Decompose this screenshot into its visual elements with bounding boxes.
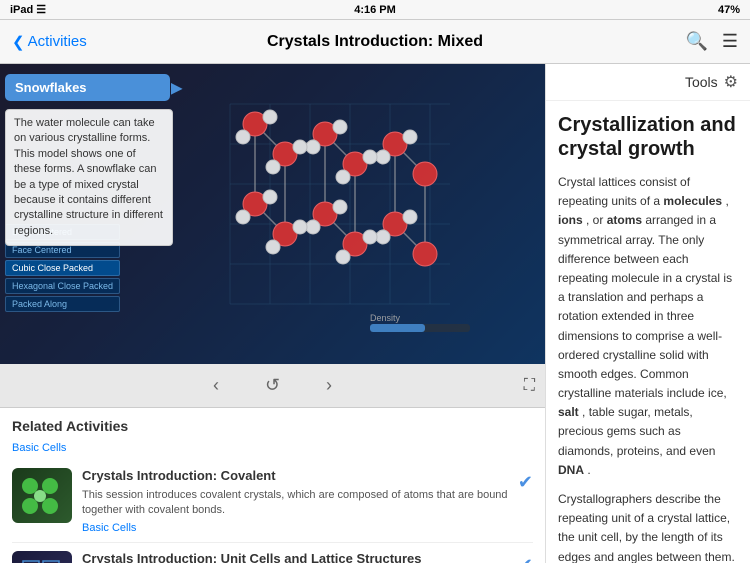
checkmark-covalent: ✔ bbox=[518, 472, 533, 493]
activity-title-unit-cells: Crystals Introduction: Unit Cells and La… bbox=[82, 551, 508, 563]
prev-button[interactable]: ‹ bbox=[205, 371, 227, 400]
back-label: Activities bbox=[28, 33, 87, 50]
viewer-controls: ‹ ↺ › ⛶ bbox=[0, 364, 545, 408]
page-title: Crystals Introduction: Mixed bbox=[267, 33, 483, 51]
nav-icons: 🔍 ☰ bbox=[685, 31, 738, 52]
tooltip-text: The water molecule can take on various c… bbox=[14, 117, 163, 237]
fullscreen-button[interactable]: ⛶ bbox=[524, 377, 535, 395]
panel-paragraph-2: Crystallographers describe the repeating… bbox=[558, 490, 738, 563]
gear-icon[interactable]: ⚙ bbox=[724, 72, 738, 92]
panel-content: Crystallization and crystal growth Cryst… bbox=[546, 101, 750, 563]
activity-thumb-covalent bbox=[12, 468, 72, 523]
activity-title-covalent: Crystals Introduction: Covalent bbox=[82, 468, 508, 485]
activity-item-covalent: Crystals Introduction: Covalent This ses… bbox=[12, 460, 533, 543]
battery-label: 47% bbox=[718, 4, 740, 16]
search-icon[interactable]: 🔍 bbox=[685, 31, 707, 52]
panel-heading: Crystallization and crystal growth bbox=[558, 113, 738, 161]
tools-header: Tools ⚙ bbox=[546, 64, 750, 101]
status-bar: iPad ☰ 4:16 PM 47% bbox=[0, 0, 750, 20]
molecule-visualization: Density bbox=[170, 74, 510, 344]
activity-desc-covalent: This session introduces covalent crystal… bbox=[82, 488, 508, 519]
panel-paragraph-1: Crystal lattices consist of repeating un… bbox=[558, 173, 738, 480]
tooltip-description: The water molecule can take on various c… bbox=[5, 109, 173, 246]
status-left: iPad ☰ bbox=[10, 3, 46, 16]
term-molecules: molecules bbox=[663, 194, 722, 208]
term-atoms: atoms bbox=[607, 213, 642, 227]
tools-label: Tools bbox=[685, 74, 718, 90]
svg-text:Density: Density bbox=[370, 313, 401, 323]
snowflake-tooltip[interactable]: Snowflakes bbox=[5, 74, 170, 101]
menu-item-packed-along[interactable]: Packed Along bbox=[5, 296, 120, 312]
nav-bar: ❮ Activities Crystals Introduction: Mixe… bbox=[0, 20, 750, 64]
activity-link-covalent[interactable]: Basic Cells bbox=[82, 522, 508, 534]
crystal-viewer: Snowflakes The water molecule can take o… bbox=[0, 64, 545, 364]
status-time: 4:16 PM bbox=[354, 4, 396, 16]
ipad-label: iPad ☰ bbox=[10, 3, 46, 16]
back-button[interactable]: ❮ Activities bbox=[12, 33, 87, 51]
activity-content-unit-cells: Crystals Introduction: Unit Cells and La… bbox=[82, 551, 508, 563]
checkmark-unit-cells: ✔ bbox=[518, 555, 533, 563]
next-button[interactable]: › bbox=[318, 371, 340, 400]
activity-thumb-unit-cells bbox=[12, 551, 72, 563]
term-salt: salt bbox=[558, 405, 579, 419]
basic-cells-scroll-link[interactable]: Basic Cells bbox=[12, 442, 533, 454]
term-ions: ions bbox=[558, 213, 583, 227]
snowflake-label: Snowflakes bbox=[15, 80, 87, 95]
back-chevron-icon: ❮ bbox=[12, 33, 25, 51]
activity-content-covalent: Crystals Introduction: Covalent This ses… bbox=[82, 468, 508, 534]
right-panel: Tools ⚙ Crystallization and crystal grow… bbox=[545, 64, 750, 563]
related-activities-title: Related Activities bbox=[12, 418, 533, 434]
menu-item-cubic-close[interactable]: Cubic Close Packed bbox=[5, 260, 120, 276]
refresh-button[interactable]: ↺ bbox=[257, 371, 288, 400]
menu-item-hexagonal[interactable]: Hexagonal Close Packed bbox=[5, 278, 120, 294]
activity-item-unit-cells: Crystals Introduction: Unit Cells and La… bbox=[12, 543, 533, 563]
status-right: 47% bbox=[718, 4, 740, 16]
menu-icon[interactable]: ☰ bbox=[722, 31, 738, 52]
left-panel: Snowflakes The water molecule can take o… bbox=[0, 64, 545, 563]
main-content: Snowflakes The water molecule can take o… bbox=[0, 64, 750, 563]
related-activities: Related Activities Basic Cells bbox=[0, 408, 545, 563]
term-dna: DNA bbox=[558, 463, 584, 477]
